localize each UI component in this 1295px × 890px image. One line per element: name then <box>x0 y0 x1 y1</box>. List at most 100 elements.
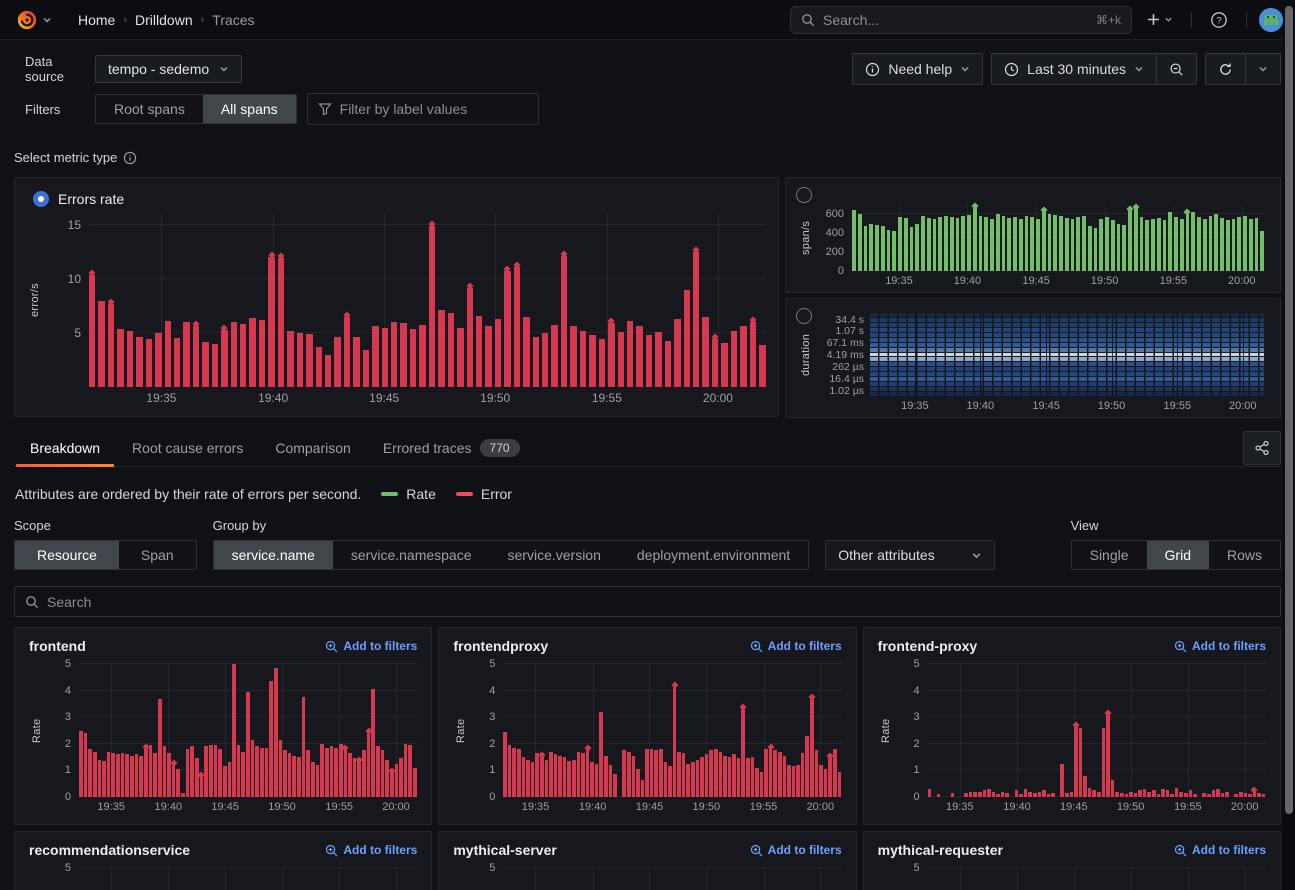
breadcrumb-traces[interactable]: Traces <box>212 12 254 28</box>
groupby-service-name[interactable]: service.name <box>214 541 333 569</box>
errors-rate-radio[interactable] <box>33 191 49 207</box>
global-search-placeholder: Search... <box>823 12 1088 28</box>
tab-comparison-label: Comparison <box>275 440 350 456</box>
chevron-down-icon <box>42 15 52 25</box>
need-help-button[interactable]: Need help <box>852 53 983 85</box>
add-to-filters-button[interactable]: Add to filters <box>1174 843 1266 857</box>
info-circle-icon[interactable] <box>123 151 137 165</box>
scrollbar-thumb[interactable] <box>1285 6 1293 814</box>
view-single-option[interactable]: Single <box>1072 541 1147 569</box>
grafana-logo-menu[interactable] <box>12 9 56 31</box>
metric-type-row: Select metric type <box>14 150 1281 165</box>
label-filter-field[interactable] <box>340 101 528 117</box>
global-search-input[interactable]: Search... ⌘+k <box>790 6 1132 34</box>
card-title: recommendationservice <box>29 842 190 858</box>
span-rate-radio[interactable] <box>796 187 812 203</box>
add-to-filters-button[interactable]: Add to filters <box>750 843 842 857</box>
user-avatar[interactable] <box>1259 8 1283 32</box>
add-to-filters-button[interactable]: Add to filters <box>325 843 417 857</box>
view-grid-option[interactable]: Grid <box>1147 541 1209 569</box>
datasource-row: Data source tempo - sedemo Need help <box>14 53 1281 85</box>
breadcrumb: Home › Drilldown › Traces <box>78 12 255 28</box>
share-button[interactable] <box>1243 431 1281 465</box>
errors-rate-label: Errors rate <box>58 191 124 207</box>
breadcrumb-drilldown[interactable]: Drilldown <box>135 12 193 28</box>
datasource-picker[interactable]: tempo - sedemo <box>95 55 242 83</box>
card-frontendproxy: frontendproxy Add to filters Rate0123451… <box>438 627 856 825</box>
add-to-filters-button[interactable]: Add to filters <box>325 639 417 653</box>
add-to-filters-label: Add to filters <box>1192 843 1266 857</box>
breakdown-controls: Scope Resource Span Group by service.nam… <box>14 518 1281 570</box>
frontend-proxy-rate-chart: Rate01234519:3519:4019:4519:5019:5520:00 <box>878 664 1266 816</box>
card-title: mythical-requester <box>878 842 1003 858</box>
service-cards-grid: frontend Add to filters Rate01234519:351… <box>14 627 1281 890</box>
mythical-requester-rate-chart: Rate01234519:3519:4019:4519:5019:5520:00 <box>878 868 1266 890</box>
scope-span-option[interactable]: Span <box>119 541 196 569</box>
groupby-block: Group by service.name service.namespace … <box>213 518 996 570</box>
new-menu-button[interactable] <box>1140 8 1179 31</box>
datasource-value: tempo - sedemo <box>108 61 209 77</box>
scope-resource-option[interactable]: Resource <box>15 541 119 569</box>
search-plus-icon <box>750 640 763 653</box>
plus-icon <box>1146 12 1161 27</box>
datasource-label: Data source <box>14 54 95 84</box>
recommendationservice-rate-chart: Rate01234519:3519:4019:4519:5019:5520:00 <box>29 868 417 890</box>
chevron-down-icon <box>219 64 229 74</box>
top-nav: Home › Drilldown › Traces Search... ⌘+k … <box>0 0 1295 40</box>
search-plus-icon <box>1174 844 1187 857</box>
add-to-filters-button[interactable]: Add to filters <box>750 639 842 653</box>
breakdown-search-field[interactable] <box>47 594 1270 610</box>
filters-label: Filters <box>14 102 95 117</box>
add-to-filters-label: Add to filters <box>768 639 842 653</box>
card-recommendationservice: recommendationservice Add to filters Rat… <box>14 831 432 890</box>
view-rows-option[interactable]: Rows <box>1209 541 1280 569</box>
refresh-button[interactable] <box>1205 53 1246 85</box>
zoom-out-icon <box>1169 62 1184 77</box>
metric-type-label: Select metric type <box>14 150 117 165</box>
groupby-label: Group by <box>213 518 996 533</box>
time-controls: Need help Last 30 minutes <box>852 53 1281 85</box>
need-help-label: Need help <box>888 61 952 77</box>
breadcrumb-separator: › <box>201 14 205 26</box>
legend-row: Attributes are ordered by their rate of … <box>14 486 1281 502</box>
search-icon <box>801 13 815 27</box>
errors-rate-option[interactable]: Errors rate <box>27 188 766 210</box>
card-mythical-server: mythical-server Add to filters Rate01234… <box>438 831 856 890</box>
help-button[interactable]: ? <box>1204 7 1234 33</box>
tab-comparison[interactable]: Comparison <box>259 429 366 466</box>
all-spans-option[interactable]: All spans <box>203 95 296 123</box>
rate-legend-swatch <box>381 492 398 496</box>
groupby-service-version[interactable]: service.version <box>490 541 619 569</box>
scrollbar-track[interactable] <box>1283 0 1295 890</box>
add-to-filters-button[interactable]: Add to filters <box>1174 639 1266 653</box>
card-title: frontend <box>29 638 86 654</box>
groupby-service-namespace[interactable]: service.namespace <box>333 541 490 569</box>
tab-errored-traces[interactable]: Errored traces 770 <box>367 429 536 466</box>
label-filter-input[interactable] <box>307 93 539 125</box>
secondary-panels: span/s0200400600 19:3519:4019:4519:5019:… <box>785 177 1281 417</box>
add-to-filters-label: Add to filters <box>343 843 417 857</box>
chevron-down-icon <box>960 64 970 74</box>
breakdown-search-row <box>14 586 1281 617</box>
breakdown-search-input[interactable] <box>14 586 1281 617</box>
card-frontend-proxy: frontend-proxy Add to filters Rate012345… <box>863 627 1281 825</box>
search-icon <box>25 595 39 609</box>
time-range-picker[interactable]: Last 30 minutes <box>991 53 1157 85</box>
zoom-out-time-button[interactable] <box>1157 53 1197 85</box>
root-spans-option[interactable]: Root spans <box>96 95 203 123</box>
tab-breakdown[interactable]: Breakdown <box>14 429 116 466</box>
time-picker-group: Last 30 minutes <box>991 53 1197 85</box>
groupby-deployment-environment[interactable]: deployment.environment <box>619 541 808 569</box>
frontendproxy-rate-chart: Rate01234519:3519:4019:4519:5019:5520:00 <box>453 664 841 816</box>
tab-root-cause-errors[interactable]: Root cause errors <box>116 429 259 466</box>
time-range-label: Last 30 minutes <box>1027 61 1126 77</box>
other-attributes-select[interactable]: Other attributes <box>825 540 995 570</box>
chevron-down-icon <box>971 550 982 561</box>
rate-legend-label: Rate <box>406 486 436 502</box>
chevron-down-icon <box>1134 64 1144 74</box>
breadcrumb-home[interactable]: Home <box>78 12 115 28</box>
search-plus-icon <box>750 844 763 857</box>
chevron-down-icon <box>1258 64 1268 74</box>
refresh-interval-dropdown[interactable] <box>1246 53 1281 85</box>
chevron-down-icon <box>1164 15 1173 24</box>
